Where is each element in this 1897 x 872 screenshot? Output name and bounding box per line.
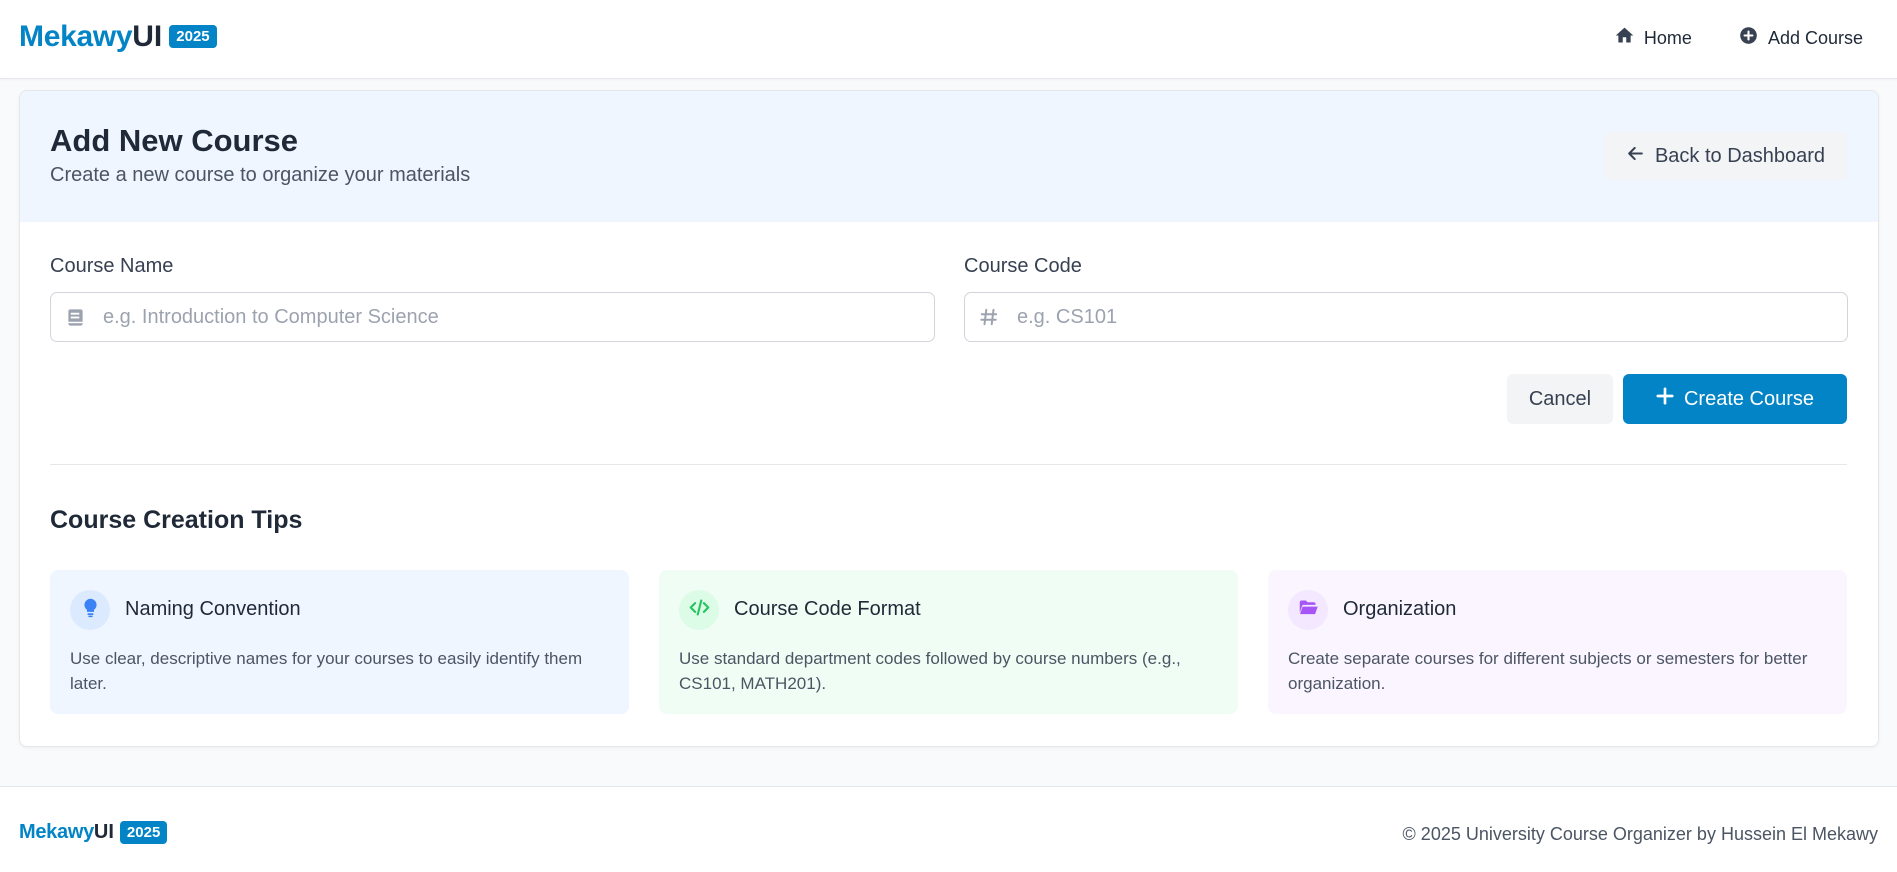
- page-subtitle: Create a new course to organize your mat…: [50, 164, 471, 186]
- tip-text: Create separate courses for different su…: [1288, 649, 1808, 693]
- tip-title: Naming Convention: [125, 598, 301, 620]
- nav-menu: Home Add Course: [1614, 25, 1863, 51]
- top-navbar: Mekawy UI 2025 Home Add Course: [0, 0, 1897, 79]
- course-name-input[interactable]: [101, 304, 856, 330]
- footer-brand-name-main: Mekawy: [19, 821, 94, 843]
- section-divider: [50, 464, 1847, 465]
- nav-home-label: Home: [1643, 27, 1692, 48]
- tip-title: Course Code Format: [734, 598, 921, 620]
- nav-add-course-link[interactable]: Add Course: [1738, 25, 1863, 51]
- brand-name-main: Mekawy: [19, 20, 133, 53]
- lightbulb-icon: [80, 597, 101, 623]
- brand-name-ui: UI: [132, 20, 163, 53]
- plus-circle-icon: [1738, 25, 1759, 51]
- cancel-button[interactable]: Cancel: [1507, 374, 1613, 424]
- nav-home-link[interactable]: Home: [1614, 25, 1692, 51]
- tips-section-title: Course Creation Tips: [50, 506, 303, 534]
- plus-icon: [1656, 387, 1674, 411]
- tip-card-code-format: Course Code Format Use standard departme…: [659, 570, 1238, 714]
- nav-add-course-label: Add Course: [1767, 27, 1863, 48]
- footer-brand-logo[interactable]: Mekawy UI 2025: [19, 821, 168, 844]
- folder-open-icon: [1298, 597, 1319, 623]
- page-title: Add New Course: [50, 123, 299, 158]
- course-name-field: [50, 292, 935, 342]
- add-course-card: Add New Course Create a new course to or…: [19, 90, 1879, 747]
- tip-text: Use standard department codes followed b…: [679, 649, 1181, 693]
- course-name-label: Course Name: [50, 255, 174, 277]
- course-code-input[interactable]: [1015, 304, 1769, 330]
- brand-year-badge: 2025: [169, 24, 217, 48]
- hash-icon: [979, 307, 999, 327]
- course-code-label: Course Code: [964, 255, 1082, 277]
- footer-brand-name-ui: UI: [93, 821, 114, 843]
- brand-logo[interactable]: Mekawy UI 2025: [19, 20, 217, 54]
- home-icon: [1614, 25, 1635, 51]
- create-course-label: Create Course: [1683, 387, 1815, 410]
- tip-title: Organization: [1343, 598, 1457, 620]
- tip-icon-wrap: [679, 590, 719, 630]
- course-code-field: [964, 292, 1848, 342]
- tip-card-naming: Naming Convention Use clear, descriptive…: [50, 570, 629, 714]
- code-icon: [689, 597, 710, 623]
- card-header: Add New Course Create a new course to or…: [20, 91, 1878, 222]
- back-to-dashboard-label: Back to Dashboard: [1654, 144, 1826, 167]
- tip-text: Use clear, descriptive names for your co…: [70, 649, 583, 693]
- tip-icon-wrap: [70, 590, 110, 630]
- book-icon: [65, 307, 85, 327]
- tip-card-organization: Organization Create separate courses for…: [1268, 570, 1847, 714]
- copyright-text: © 2025 University Course Organizer by Hu…: [1402, 824, 1878, 844]
- create-course-button[interactable]: Create Course: [1623, 374, 1847, 424]
- tip-icon-wrap: [1288, 590, 1328, 630]
- footer-year-badge: 2025: [119, 821, 168, 844]
- back-to-dashboard-button[interactable]: Back to Dashboard: [1604, 132, 1847, 180]
- arrow-left-icon: [1626, 144, 1645, 169]
- footer: Mekawy UI 2025 © 2025 University Course …: [0, 786, 1897, 872]
